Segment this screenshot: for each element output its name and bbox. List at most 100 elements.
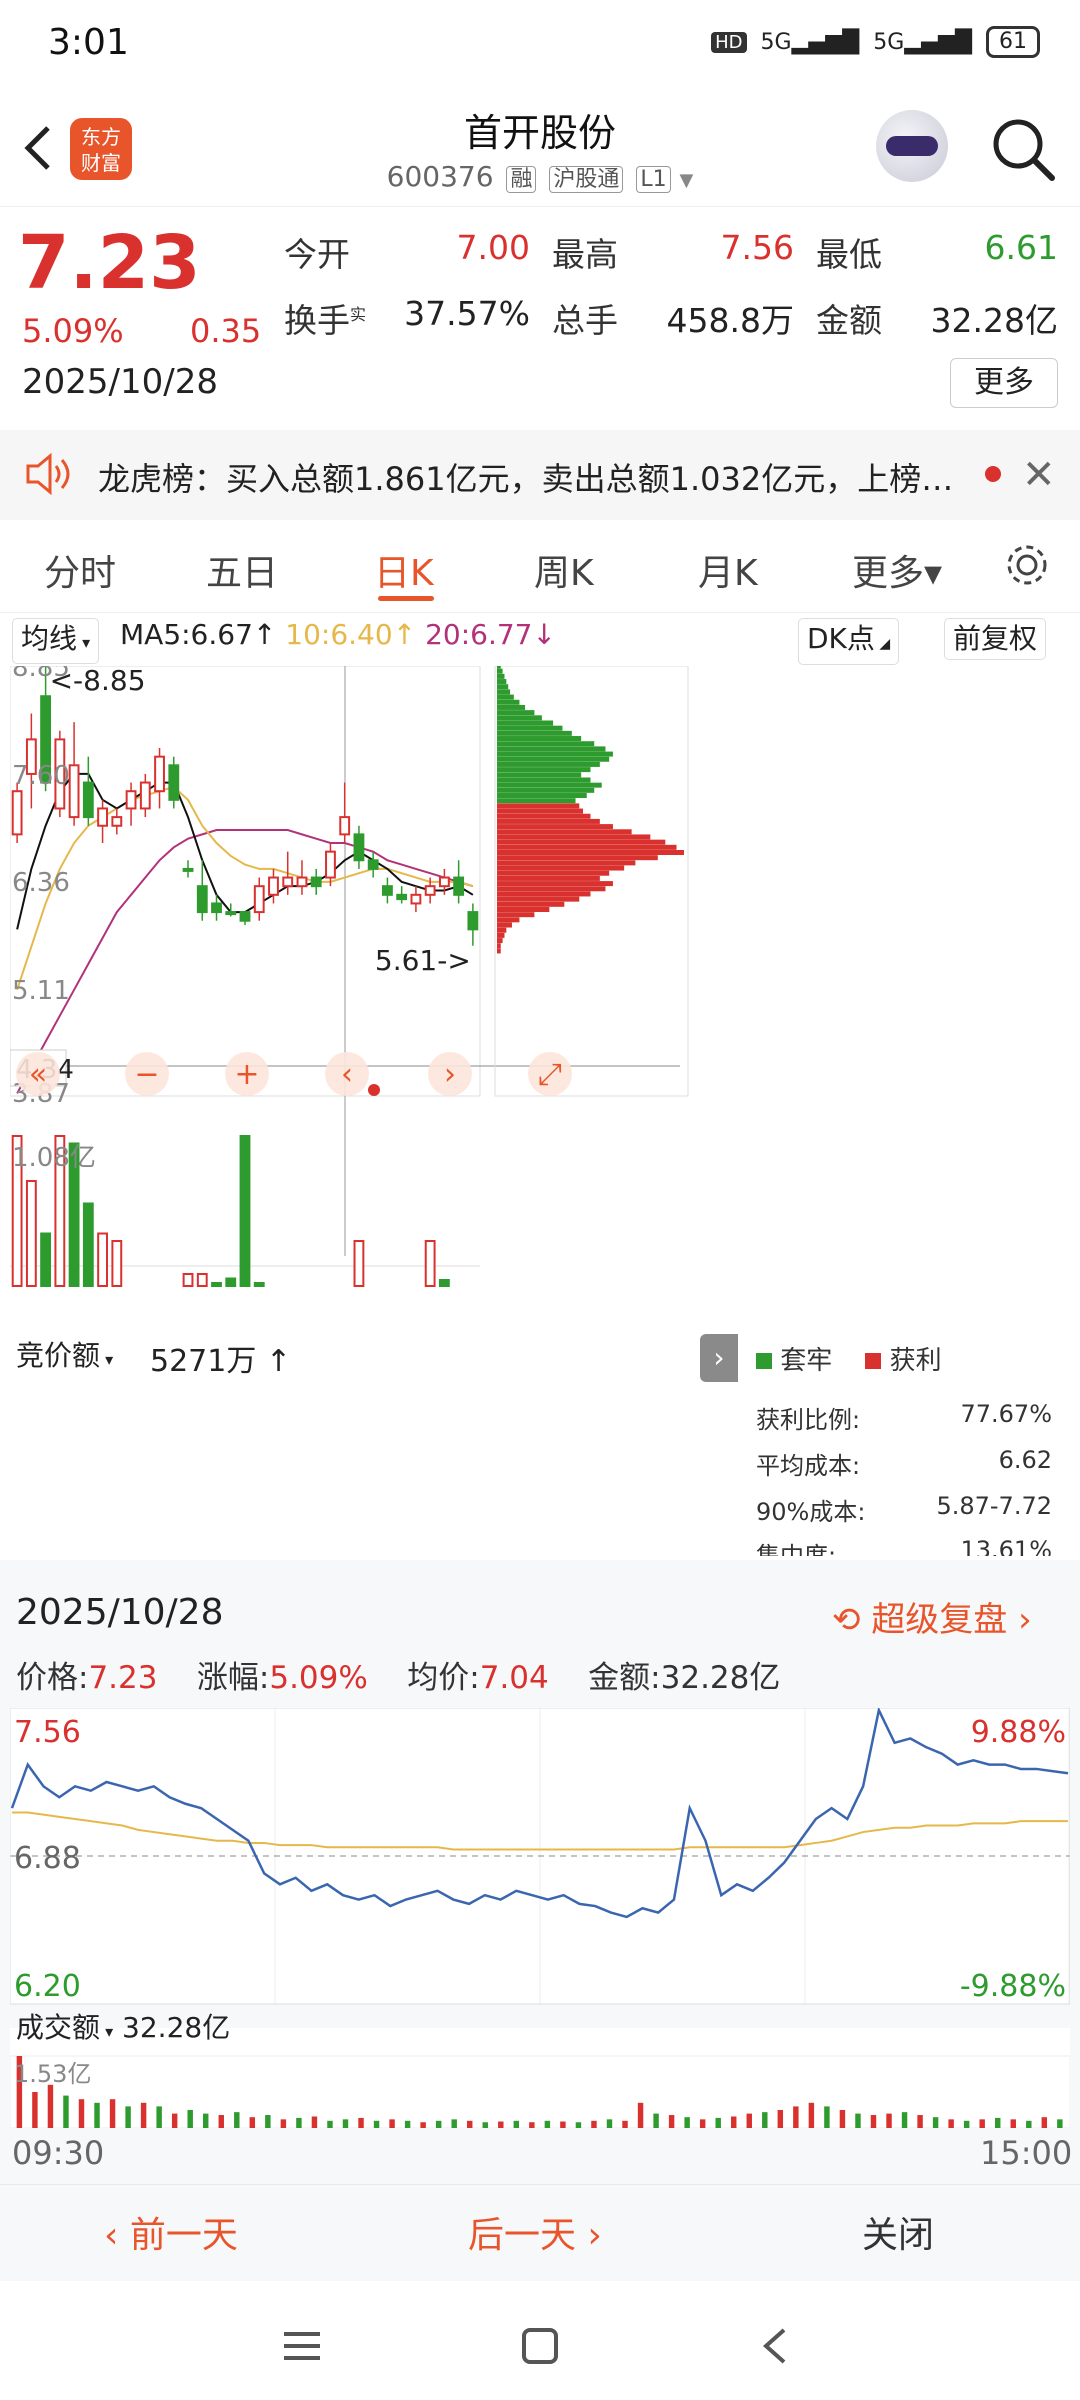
- news-text[interactable]: 龙虎榜：买入总额1.861亿元，卖出总额1.032亿元，上榜…: [98, 454, 958, 500]
- volume-bar: [498, 2121, 504, 2128]
- current-price: 7.23: [18, 220, 201, 306]
- chip-bar: [497, 679, 507, 685]
- volume-bar: [249, 2117, 256, 2128]
- chip-bar: [497, 741, 595, 747]
- chip-bar: [497, 772, 582, 778]
- chip-bar: [497, 746, 606, 752]
- chip-bar: [497, 720, 554, 726]
- step-right-icon-glyph: ›: [444, 1057, 456, 1092]
- candle-body: [82, 781, 94, 819]
- candle-body: [367, 859, 379, 870]
- volume-bar: [467, 2120, 473, 2128]
- candle-body: [239, 911, 251, 922]
- profit-swatch: [865, 1353, 882, 1369]
- volume-bar: [63, 2095, 69, 2128]
- profit-ratio-label: 获利比例:: [756, 1406, 861, 1434]
- volume-bar: [125, 2106, 131, 2128]
- tab-more[interactable]: 更多▾: [852, 544, 942, 596]
- search-icon[interactable]: [988, 114, 1058, 184]
- volume-bar: [684, 2117, 690, 2128]
- tab-five-day[interactable]: 五日: [206, 544, 278, 596]
- volume-value: 458.8万: [666, 301, 794, 340]
- dropdown-icon: ▼: [679, 170, 694, 191]
- volume-bar: [203, 2113, 209, 2128]
- candle-body: [253, 885, 265, 914]
- volume-bar: [451, 2119, 457, 2128]
- candle-body: [382, 885, 393, 896]
- trapped-swatch: [756, 1353, 772, 1369]
- expand-panel-button[interactable]: ›: [700, 1334, 738, 1382]
- tab-daily-k[interactable]: 日K: [374, 544, 434, 596]
- stock-code: 600376: [386, 160, 494, 193]
- gear-icon[interactable]: [1002, 540, 1052, 594]
- super-replay-link[interactable]: ⟲ 超级复盘 ›: [832, 1592, 1032, 1641]
- stock-header: 东方 财富 首开股份 600376 融 沪股通 L1 ▼: [0, 88, 1080, 207]
- volume-bar: [109, 2099, 116, 2128]
- chip-bar: [497, 855, 658, 861]
- volume-bar: [404, 2120, 411, 2128]
- quote-date: 2025/10/28: [22, 362, 218, 402]
- auction-toggle[interactable]: 竞价额 ▾: [12, 1336, 117, 1380]
- chip-bar: [497, 818, 600, 824]
- candle-body: [11, 790, 23, 836]
- chip-bar: [497, 860, 636, 866]
- close-icon[interactable]: ✕: [1022, 452, 1056, 498]
- ma-toggle[interactable]: 均线 ▾: [12, 618, 100, 664]
- ma20-value: 20:6.77: [425, 618, 533, 651]
- chip-bar: [497, 896, 580, 902]
- adjust-toggle[interactable]: 前复权: [944, 618, 1047, 660]
- chip-bar: [497, 704, 526, 710]
- concentration-value: 13.61%: [960, 1536, 1052, 1556]
- chip-bar: [497, 761, 600, 767]
- history-icon: ⟲: [832, 1600, 861, 1640]
- intraday-low-pct-label: -9.88%: [960, 1969, 1066, 2004]
- zoom-out-icon-glyph: −: [134, 1057, 159, 1092]
- volume-bar: [560, 2121, 566, 2128]
- tab-monthly-k[interactable]: 月K: [698, 544, 758, 596]
- chip-bar: [497, 932, 505, 938]
- next-day-button[interactable]: 后一天 ›: [468, 2206, 602, 2258]
- candle-body: [225, 911, 237, 916]
- signal-icon-2: 5G▂▄▆█: [873, 29, 972, 55]
- more-quote-button[interactable]: 更多: [950, 358, 1058, 408]
- intraday-chart[interactable]: 1.53亿 7.56 6.88 6.20 9.88% -9.88%: [10, 1708, 1070, 2128]
- chip-bar: [497, 834, 651, 840]
- news-bar[interactable]: 龙虎榜：买入总额1.861亿元，卖出总额1.032亿元，上榜…: [0, 430, 1080, 520]
- low-annotation: 5.61->: [375, 944, 471, 977]
- chip-bar: [497, 808, 584, 814]
- close-replay-button[interactable]: 关闭: [862, 2206, 934, 2258]
- replay-rise: 5.09%: [269, 1660, 368, 1696]
- chip-bar: [497, 865, 625, 871]
- candle-body: [339, 816, 351, 836]
- volume-bar: [296, 2117, 302, 2128]
- time-start-label: 09:30: [12, 2134, 105, 2172]
- dk-point-toggle[interactable]: DK点 ◢: [798, 618, 900, 665]
- concentration-label: 集中度:: [756, 1542, 837, 1556]
- volume-label: 总手: [552, 301, 618, 340]
- volume-bar: [187, 2110, 193, 2128]
- prev-day-button[interactable]: ‹ 前一天: [104, 2206, 238, 2258]
- chip-bar: [497, 777, 591, 783]
- volume-toggle[interactable]: 成交额 ▾ 32.28亿: [12, 2008, 234, 2052]
- volume-bar: [156, 2106, 162, 2128]
- candle-body: [211, 902, 222, 914]
- volume-bar: [1010, 2119, 1016, 2128]
- chip-bar: [497, 943, 501, 949]
- open-value: 7.00: [456, 228, 530, 267]
- kline-chart[interactable]: 1.08亿 8.857.606.365.114.343.87<-8.855.61…: [10, 666, 1078, 1566]
- chip-bar: [497, 886, 606, 892]
- home-icon[interactable]: [518, 2326, 562, 2370]
- volume-bar: [606, 2119, 613, 2128]
- tab-intraday[interactable]: 分时: [44, 544, 116, 596]
- menu-icon[interactable]: [280, 2326, 324, 2370]
- volume-bar: [171, 2113, 178, 2128]
- auction-bar: [225, 1277, 237, 1287]
- back-nav-icon[interactable]: [754, 2326, 798, 2370]
- tab-weekly-k[interactable]: 周K: [534, 544, 594, 596]
- volume-bar: [373, 2120, 380, 2128]
- chip-bar: [497, 684, 509, 690]
- price-change: 0.35: [190, 312, 262, 350]
- chip-bar: [497, 813, 591, 819]
- chip-bar: [497, 730, 572, 736]
- volume-bar: [544, 2120, 551, 2128]
